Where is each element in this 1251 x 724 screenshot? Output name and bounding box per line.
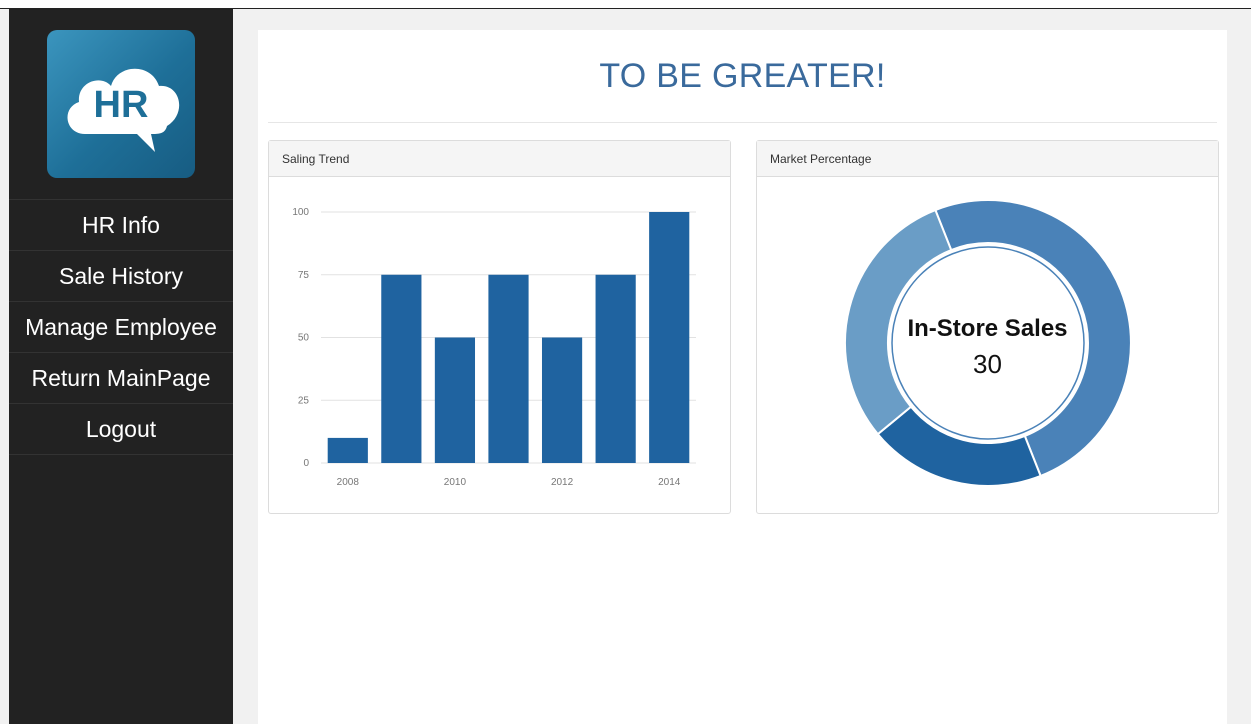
saling-trend-panel-body: 0 25 50 75 100 2008 2010 2012 2014 xyxy=(269,177,730,513)
market-percentage-donut-chart xyxy=(844,199,1132,487)
x-tick-label: 2014 xyxy=(658,477,681,488)
y-tick-label: 50 xyxy=(298,333,310,344)
main-content: TO BE GREATER! Saling Trend 0 25 50 75 100 20… xyxy=(258,30,1227,724)
top-border xyxy=(0,0,1251,9)
nav-item-hr-info[interactable]: HR Info xyxy=(9,199,233,250)
nav-item-logout[interactable]: Logout xyxy=(9,403,233,455)
nav-item-manage-employee[interactable]: Manage Employee xyxy=(9,301,233,352)
x-tick-label: 2012 xyxy=(551,477,574,488)
market-percentage-panel-title: Market Percentage xyxy=(757,141,1218,177)
y-tick-label: 0 xyxy=(303,458,309,469)
donut-center-label: In-Store Sales xyxy=(907,315,1068,342)
sidebar: HR HR Info Sale History Manage Employee … xyxy=(9,9,233,724)
bar xyxy=(434,337,476,463)
bar xyxy=(327,437,368,463)
bar xyxy=(488,274,529,463)
saling-trend-bar-chart: 0 25 50 75 100 2008 2010 2012 2014 xyxy=(292,207,696,488)
donut-slice xyxy=(876,405,1042,487)
sidebar-nav: HR Info Sale History Manage Employee Ret… xyxy=(9,199,233,455)
saling-trend-panel: Saling Trend 0 25 50 75 100 2008 2010 2012 2014 xyxy=(268,140,731,514)
y-tick-label: 75 xyxy=(298,270,310,281)
donut-center-value: 30 xyxy=(973,349,1002,379)
nav-item-return-mainpage[interactable]: Return MainPage xyxy=(9,352,233,403)
bar xyxy=(649,212,690,463)
x-tick-label: 2008 xyxy=(337,477,360,488)
y-tick-label: 25 xyxy=(298,395,310,406)
page-title: TO BE GREATER! xyxy=(599,57,886,95)
title-divider xyxy=(268,122,1217,123)
saling-trend-panel-title: Saling Trend xyxy=(269,141,730,177)
y-tick-label: 100 xyxy=(292,207,309,218)
x-tick-label: 2010 xyxy=(444,477,467,488)
hr-logo[interactable]: HR xyxy=(47,30,195,178)
cloud-logo-icon: HR xyxy=(67,68,180,152)
market-percentage-panel-body: In-Store Sales 30 xyxy=(757,177,1218,513)
nav-item-sale-history[interactable]: Sale History xyxy=(9,250,233,301)
donut-inner-ring xyxy=(891,246,1085,440)
logo-text: HR xyxy=(94,84,149,126)
bar xyxy=(381,274,422,463)
bar xyxy=(541,337,583,463)
market-percentage-panel: Market Percentage In-Store Sales 30 xyxy=(756,140,1219,514)
bar xyxy=(595,274,636,463)
